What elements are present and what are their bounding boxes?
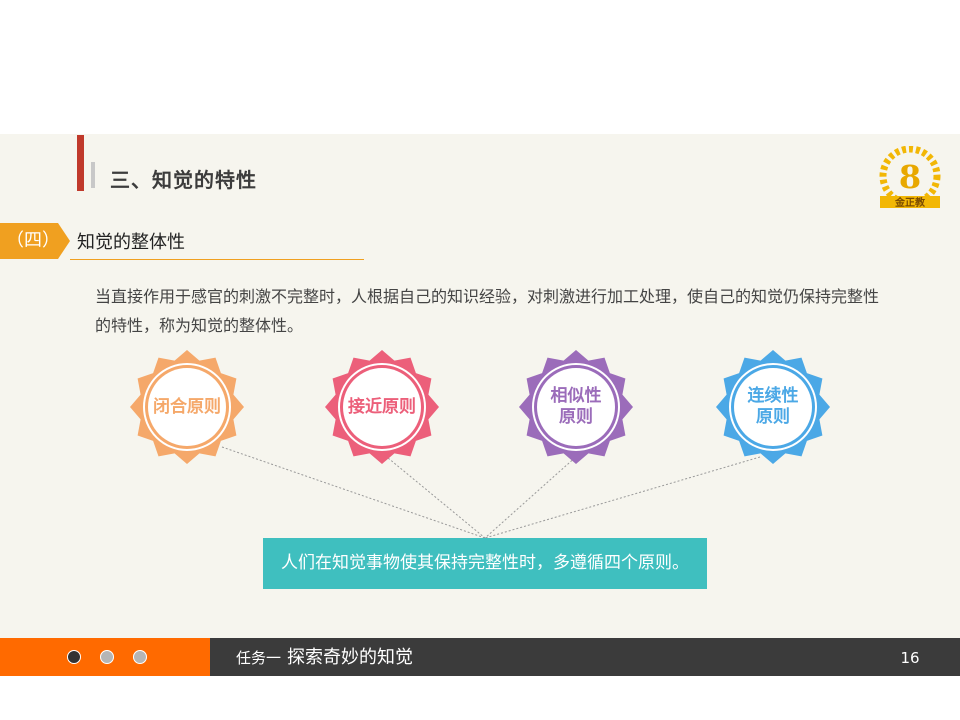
principle-continuity-badge: 连续性 原则	[715, 349, 831, 465]
principle-similarity-badge: 相似性 原则	[518, 349, 634, 465]
principle-proximity-badge: 接近原则	[324, 349, 440, 465]
summary-callout: 人们在知觉事物使其保持完整性时，多遵循四个原则。	[263, 538, 707, 589]
principle-closure-badge: 闭合原则	[129, 349, 245, 465]
principle-label: 闭合原则	[153, 396, 221, 417]
pager-dot[interactable]	[133, 650, 147, 664]
pager-dot[interactable]	[100, 650, 114, 664]
principle-label: 相似性 原则	[550, 386, 602, 427]
footer-title: 任务一 探索奇妙的知觉	[236, 644, 413, 672]
principle-label: 接近原则	[348, 396, 416, 417]
pager-dot-active[interactable]	[67, 650, 81, 664]
footer-topic: 探索奇妙的知觉	[287, 647, 414, 668]
principle-label: 连续性 原则	[747, 386, 799, 427]
page-number: 16	[900, 649, 920, 667]
footer-task: 任务一	[236, 649, 282, 667]
